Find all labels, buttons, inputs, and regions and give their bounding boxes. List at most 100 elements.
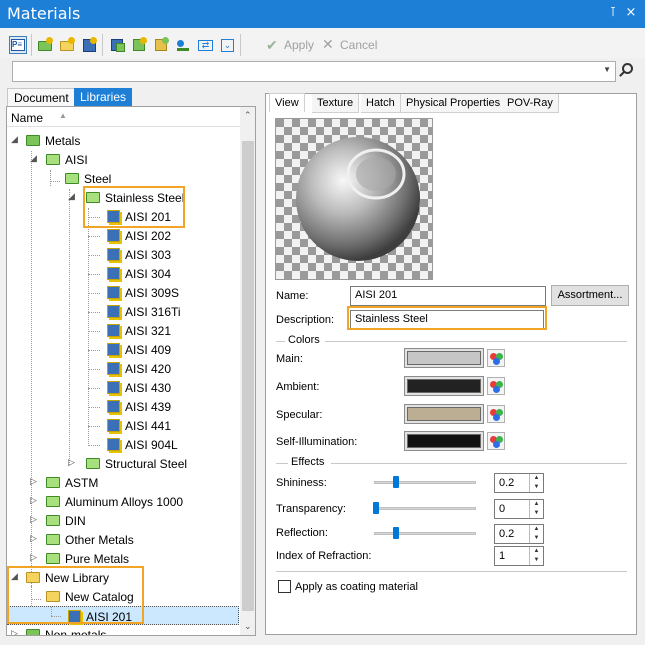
ambient-color-button[interactable] [404, 376, 484, 396]
column-header-name[interactable]: Name [11, 111, 43, 125]
spin-down-icon[interactable]: ▼ [529, 509, 543, 518]
material-icon [107, 419, 120, 432]
apply-button[interactable]: Apply [284, 38, 314, 52]
properties-panel: View Texture Hatch Physical Properties P… [265, 93, 637, 635]
search-input[interactable]: ▼ [12, 61, 616, 82]
title-bar: Materials ⊺ × [0, 0, 645, 28]
expand-arrow-icon[interactable]: ◢ [30, 153, 37, 164]
highlight-description [347, 306, 547, 330]
toolbar-separator [102, 34, 103, 56]
expand-arrow-icon[interactable]: ◢ [11, 134, 18, 145]
color-palette-icon[interactable] [487, 377, 505, 395]
name-field[interactable]: AISI 201 [350, 286, 546, 306]
spin-up-icon[interactable]: ▲ [529, 474, 543, 483]
color-palette-icon[interactable] [487, 405, 505, 423]
spin-down-icon[interactable]: ▼ [529, 483, 543, 492]
shininess-slider[interactable] [374, 481, 476, 484]
specular-color-button[interactable] [404, 404, 484, 424]
swap-icon: ⇄ [198, 40, 213, 51]
material-icon [107, 324, 120, 337]
color-palette-icon[interactable] [487, 349, 505, 367]
chevron-down-icon[interactable]: ▼ [603, 65, 611, 74]
self-illumination-color-swatch [407, 434, 481, 448]
index-of-refraction-input[interactable]: 1 ▲ ▼ [494, 546, 544, 566]
close-icon[interactable]: × [622, 5, 640, 20]
coating-checkbox[interactable] [278, 580, 291, 593]
tab-document[interactable]: Document [7, 88, 76, 106]
expand-arrow-icon[interactable]: ◢ [68, 191, 75, 202]
folder-icon [86, 458, 100, 469]
scrollbar-thumb[interactable] [242, 141, 254, 611]
material-icon [107, 305, 120, 318]
collapse-arrow-icon[interactable]: ▷ [30, 533, 37, 544]
pin-icon[interactable]: ⊺ [604, 5, 622, 20]
reflection-slider-thumb[interactable] [393, 527, 399, 539]
toolbar-separator [31, 34, 32, 56]
spin-up-icon[interactable]: ▲ [529, 500, 543, 509]
spin-down-icon[interactable]: ▼ [529, 556, 543, 565]
search-button[interactable] [619, 61, 637, 81]
transparency-label: Transparency: [276, 503, 346, 515]
highlight-stainless-steel [83, 186, 185, 228]
cancel-button[interactable]: Cancel [340, 38, 377, 52]
assortment-button[interactable]: Assortment... [551, 285, 629, 306]
highlight-new-library [7, 566, 144, 624]
new-library-button[interactable] [36, 36, 54, 54]
properties-view-button[interactable]: P≡ [9, 36, 27, 54]
transparency-slider[interactable] [374, 507, 476, 510]
shininess-slider-thumb[interactable] [393, 476, 399, 488]
material-icon [107, 343, 120, 356]
tab-libraries[interactable]: Libraries [74, 88, 133, 106]
tab-view[interactable]: View [269, 93, 305, 112]
name-label: Name: [276, 290, 309, 302]
tab-physical-properties[interactable]: Physical Properties [401, 94, 507, 113]
collapse-arrow-icon[interactable]: ▷ [30, 495, 37, 506]
expand-button[interactable]: ⌄ [218, 36, 236, 54]
new-material-button[interactable] [80, 36, 98, 54]
window-title: Materials [7, 4, 81, 23]
link-icon [177, 40, 184, 47]
ambient-color-swatch [407, 379, 481, 393]
effects-group-label: Effects [291, 456, 325, 468]
spin-up-icon[interactable]: ▲ [529, 525, 543, 534]
self-illumination-color-button[interactable] [404, 431, 484, 451]
coating-label: Apply as coating material [295, 581, 418, 593]
folder-icon [46, 534, 60, 545]
collapse-arrow-icon[interactable]: ▷ [30, 476, 37, 487]
main-color-button[interactable] [404, 348, 484, 368]
material-icon [107, 229, 120, 242]
new-catalog-button[interactable] [58, 36, 76, 54]
color-palette-icon[interactable] [487, 432, 505, 450]
library-icon [26, 135, 40, 146]
index-of-refraction-label: Index of Refraction: [276, 550, 372, 562]
link-button[interactable] [174, 36, 192, 54]
shininess-input[interactable]: 0.2 ▲ ▼ [494, 473, 544, 493]
reflection-input[interactable]: 0.2 ▲ ▼ [494, 524, 544, 544]
collapse-arrow-icon[interactable]: ▷ [30, 552, 37, 563]
tab-hatch[interactable]: Hatch [361, 94, 401, 113]
scroll-up-icon[interactable]: ⌃ [244, 110, 252, 121]
transparency-slider-thumb[interactable] [373, 502, 379, 514]
check-icon: ✔ [266, 37, 278, 53]
scroll-down-icon[interactable]: ⌄ [244, 621, 252, 632]
transparency-input[interactable]: 0 ▲ ▼ [494, 499, 544, 519]
sort-arrow-icon: ▲ [59, 111, 67, 120]
spin-down-icon[interactable]: ▼ [529, 534, 543, 543]
folder-icon [46, 553, 60, 564]
material-icon [107, 267, 120, 280]
reflection-slider[interactable] [374, 532, 476, 535]
duplicate-button[interactable] [152, 36, 170, 54]
tab-texture[interactable]: Texture [312, 94, 360, 113]
collapse-arrow-icon[interactable]: ▷ [30, 514, 37, 525]
paste-button[interactable] [130, 36, 148, 54]
tab-pov-ray[interactable]: POV-Ray [502, 94, 559, 113]
collapse-arrow-icon[interactable]: ▷ [11, 628, 18, 635]
copy-button[interactable] [108, 36, 126, 54]
reflection-label: Reflection: [276, 527, 328, 539]
swap-button[interactable]: ⇄ [196, 36, 214, 54]
tree-scrollbar[interactable]: ⌃ ⌄ [240, 107, 255, 635]
spin-up-icon[interactable]: ▲ [529, 547, 543, 556]
main-color-swatch [407, 351, 481, 365]
specular-color-swatch [407, 407, 481, 421]
collapse-arrow-icon[interactable]: ▷ [68, 457, 75, 468]
